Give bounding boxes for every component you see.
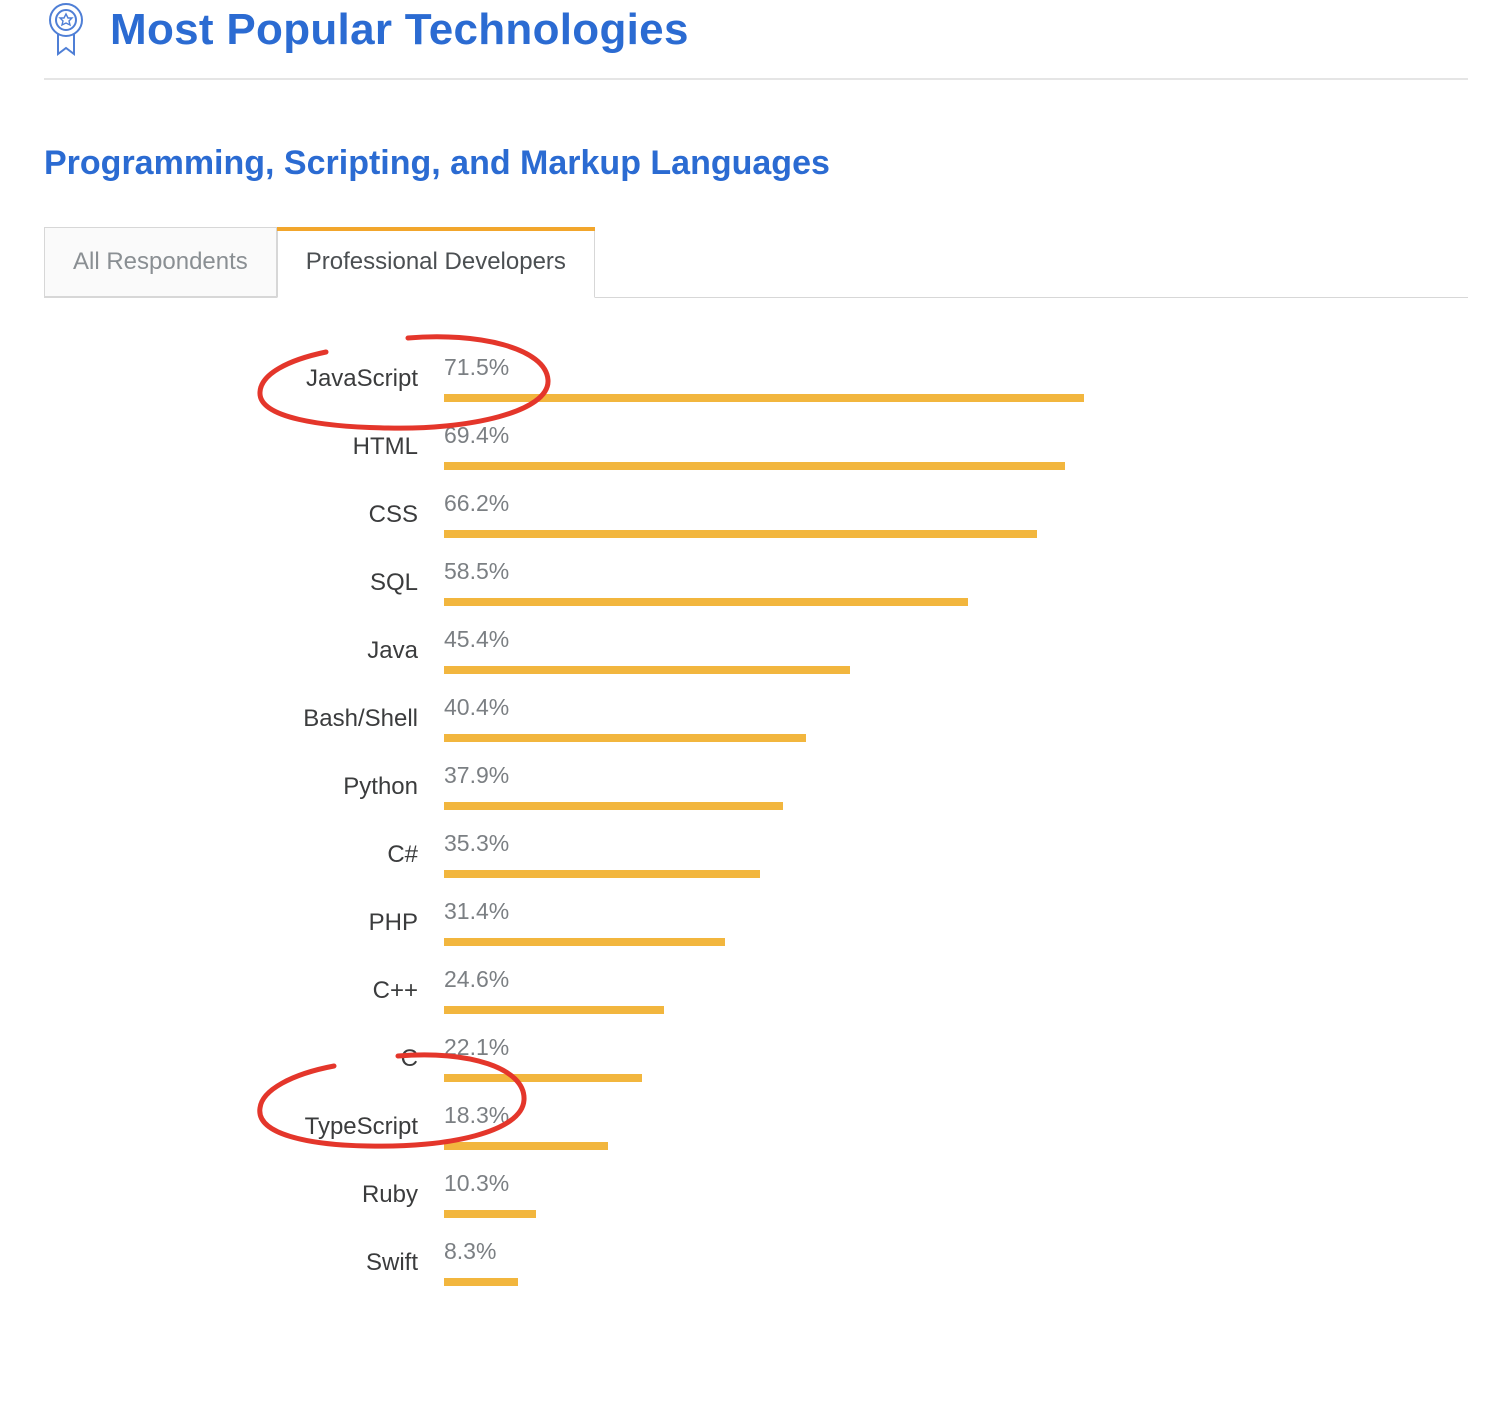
- chart-row-bar: [444, 394, 1084, 402]
- chart-row-label: CSS: [44, 501, 444, 529]
- chart-row-value: 31.4%: [444, 898, 509, 925]
- chart-row-label: Swift: [44, 1249, 444, 1277]
- tab-all-respondents[interactable]: All Respondents: [44, 227, 277, 297]
- chart-row-label: SQL: [44, 569, 444, 597]
- chart-row-value: 24.6%: [444, 966, 509, 993]
- chart-row-barcell: 40.4%: [444, 692, 1428, 746]
- chart-row-barcell: 24.6%: [444, 964, 1428, 1018]
- chart-row: C++24.6%: [44, 964, 1428, 1018]
- chart-row-value: 71.5%: [444, 354, 509, 381]
- chart-row: Python37.9%: [44, 760, 1428, 814]
- chart-row-bar: [444, 938, 725, 946]
- chart-row-barcell: 66.2%: [444, 488, 1428, 542]
- chart-row: C22.1%: [44, 1032, 1428, 1086]
- chart-row: CSS66.2%: [44, 488, 1428, 542]
- chart-row-label: HTML: [44, 433, 444, 461]
- chart-row-bar: [444, 1142, 608, 1150]
- chart-row-barcell: 8.3%: [444, 1236, 1428, 1290]
- chart-row-barcell: 18.3%: [444, 1100, 1428, 1154]
- chart-row-label: Java: [44, 637, 444, 665]
- chart-row-bar: [444, 1278, 518, 1286]
- chart-row-value: 22.1%: [444, 1034, 509, 1061]
- chart-row-barcell: 31.4%: [444, 896, 1428, 950]
- chart-row-bar: [444, 666, 850, 674]
- chart-row-bar: [444, 1074, 642, 1082]
- chart-row-bar: [444, 870, 760, 878]
- chart-row-label: Ruby: [44, 1181, 444, 1209]
- chart-row-value: 8.3%: [444, 1238, 496, 1265]
- chart-row: HTML69.4%: [44, 420, 1428, 474]
- chart-row-barcell: 37.9%: [444, 760, 1428, 814]
- chart-row: C#35.3%: [44, 828, 1428, 882]
- chart-row-value: 66.2%: [444, 490, 509, 517]
- chart-row-label: C#: [44, 841, 444, 869]
- chart-row-label: C: [44, 1045, 444, 1073]
- chart-row-bar: [444, 598, 968, 606]
- chart-row-bar: [444, 1006, 664, 1014]
- tab-professional-developers[interactable]: Professional Developers: [277, 227, 595, 298]
- chart-row: Java45.4%: [44, 624, 1428, 678]
- chart-row-barcell: 10.3%: [444, 1168, 1428, 1222]
- award-badge-icon: [44, 0, 88, 60]
- chart-row: Ruby10.3%: [44, 1168, 1428, 1222]
- section-subtitle: Programming, Scripting, and Markup Langu…: [44, 144, 1468, 183]
- chart-row-barcell: 58.5%: [444, 556, 1428, 610]
- chart-row-label: C++: [44, 977, 444, 1005]
- chart-row-label: Python: [44, 773, 444, 801]
- chart-row-value: 10.3%: [444, 1170, 509, 1197]
- chart-row: Swift8.3%: [44, 1236, 1428, 1290]
- chart-row-value: 69.4%: [444, 422, 509, 449]
- chart-row-value: 45.4%: [444, 626, 509, 653]
- chart-row: SQL58.5%: [44, 556, 1428, 610]
- chart-row: PHP31.4%: [44, 896, 1428, 950]
- chart-row-bar: [444, 530, 1037, 538]
- chart-row-value: 37.9%: [444, 762, 509, 789]
- chart-row-value: 40.4%: [444, 694, 509, 721]
- chart-row-barcell: 22.1%: [444, 1032, 1428, 1086]
- chart-row-label: TypeScript: [44, 1113, 444, 1141]
- tabs: All Respondents Professional Developers: [44, 227, 1468, 298]
- chart-row-label: PHP: [44, 909, 444, 937]
- chart-bar-horizontal: JavaScript71.5% HTML69.4% CSS66.2% SQL58.5%…: [44, 352, 1468, 1290]
- chart-row-barcell: 69.4%: [444, 420, 1428, 474]
- chart-row-value: 35.3%: [444, 830, 509, 857]
- chart-row-barcell: 71.5%: [444, 352, 1428, 406]
- chart-row-value: 18.3%: [444, 1102, 509, 1129]
- chart-row: JavaScript71.5%: [44, 352, 1428, 406]
- chart-row-value: 58.5%: [444, 558, 509, 585]
- page-header: Most Popular Technologies: [44, 0, 1468, 80]
- chart-row-bar: [444, 734, 806, 742]
- chart-row-bar: [444, 802, 783, 810]
- chart-row-bar: [444, 462, 1065, 470]
- chart-row: TypeScript18.3%: [44, 1100, 1428, 1154]
- chart-row-barcell: 45.4%: [444, 624, 1428, 678]
- chart-row-barcell: 35.3%: [444, 828, 1428, 882]
- chart-row-bar: [444, 1210, 536, 1218]
- chart-row-label: JavaScript: [44, 365, 444, 393]
- chart-row-label: Bash/Shell: [44, 705, 444, 733]
- chart-row: Bash/Shell40.4%: [44, 692, 1428, 746]
- page-title: Most Popular Technologies: [110, 5, 689, 55]
